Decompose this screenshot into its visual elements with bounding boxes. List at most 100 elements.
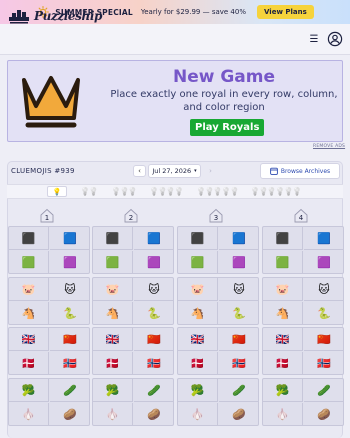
option-cell[interactable]: 🥔 bbox=[219, 403, 259, 426]
option-cell[interactable]: 🥒 bbox=[219, 379, 259, 402]
option-cell[interactable]: 🐴 bbox=[93, 302, 133, 325]
option-cell[interactable]: 🇬🇧 bbox=[93, 328, 133, 351]
site-logo[interactable]: Puzzleship bbox=[8, 6, 102, 25]
browse-archives-label: Browse Archives bbox=[280, 167, 331, 175]
option-cell[interactable]: 🇳🇴 bbox=[304, 352, 344, 375]
option-cell[interactable]: 🥒 bbox=[134, 379, 174, 402]
clue-block: 🥦 🥒 🧄 🥔 bbox=[92, 378, 174, 426]
option-cell[interactable]: 🐱 bbox=[304, 278, 344, 301]
option-cell[interactable]: 🇨🇳 bbox=[50, 328, 90, 351]
option-cell[interactable]: 🇬🇧 bbox=[9, 328, 49, 351]
option-cell[interactable]: 🐷 bbox=[93, 278, 133, 301]
option-cell[interactable]: 🟩 bbox=[93, 251, 133, 274]
option-cell[interactable]: 🥔 bbox=[50, 403, 90, 426]
option-cell[interactable]: 🟩 bbox=[178, 251, 218, 274]
option-cell[interactable]: 🇨🇳 bbox=[134, 328, 174, 351]
option-cell[interactable]: 🇩🇰 bbox=[178, 352, 218, 375]
option-cell[interactable]: 🇬🇧 bbox=[178, 328, 218, 351]
option-cell[interactable]: ⬛ bbox=[93, 227, 133, 250]
clue-block: ⬛ 🟦 🟩 🟪 bbox=[8, 226, 90, 274]
date-selector[interactable]: Jul 27, 2026 ▾ bbox=[148, 164, 201, 178]
clue-block: 🐷 🐱 🐴 🐍 bbox=[8, 277, 90, 325]
option-cell[interactable]: 🥦 bbox=[263, 379, 303, 402]
clue-block: 🇬🇧 🇨🇳 🇩🇰 🇳🇴 bbox=[92, 327, 174, 375]
option-cell[interactable]: 🟦 bbox=[304, 227, 344, 250]
option-cell[interactable]: 🥦 bbox=[9, 379, 49, 402]
site-header bbox=[0, 24, 350, 55]
clue-block: 🐷 🐱 🐴 🐍 bbox=[92, 277, 174, 325]
option-cell[interactable]: 🐍 bbox=[50, 302, 90, 325]
play-royals-button[interactable]: Play Royals bbox=[190, 119, 265, 136]
option-cell[interactable]: 🟩 bbox=[9, 251, 49, 274]
option-cell[interactable]: 🥔 bbox=[304, 403, 344, 426]
option-cell[interactable]: 🇨🇳 bbox=[304, 328, 344, 351]
option-cell[interactable]: 🇳🇴 bbox=[134, 352, 174, 375]
option-cell[interactable]: 🐴 bbox=[178, 302, 218, 325]
option-cell[interactable]: 🐱 bbox=[50, 278, 90, 301]
ad-title: New Game bbox=[172, 67, 276, 87]
option-cell[interactable]: 🟪 bbox=[134, 251, 174, 274]
option-cell[interactable]: 🐴 bbox=[263, 302, 303, 325]
view-plans-button[interactable]: View Plans bbox=[257, 5, 314, 19]
option-cell[interactable]: 🥒 bbox=[304, 379, 344, 402]
option-cell[interactable]: 🐍 bbox=[134, 302, 174, 325]
option-cell[interactable]: 🐱 bbox=[219, 278, 259, 301]
option-cell[interactable]: 🥔 bbox=[134, 403, 174, 426]
next-day-button[interactable]: › bbox=[204, 165, 217, 177]
option-cell[interactable]: 🐷 bbox=[9, 278, 49, 301]
option-cell[interactable]: 🇳🇴 bbox=[50, 352, 90, 375]
option-cell[interactable]: 🧄 bbox=[93, 403, 133, 426]
hint-bulbs-4-icon: 💡💡💡💡 bbox=[149, 187, 184, 196]
option-cell[interactable]: 🟪 bbox=[50, 251, 90, 274]
hint-bulb-icon[interactable]: 💡 bbox=[47, 186, 67, 197]
option-cell[interactable]: 🇩🇰 bbox=[93, 352, 133, 375]
browse-archives-button[interactable]: Browse Archives bbox=[260, 163, 340, 179]
option-cell[interactable]: 🇩🇰 bbox=[9, 352, 49, 375]
ad-banner[interactable]: New Game Place exactly one royal in ever… bbox=[7, 60, 343, 142]
option-cell[interactable]: 🟦 bbox=[134, 227, 174, 250]
crown-icon bbox=[22, 76, 80, 128]
clue-block: 🐷 🐱 🐴 🐍 bbox=[262, 277, 344, 325]
option-cell[interactable]: ⬛ bbox=[263, 227, 303, 250]
option-cell[interactable]: 🇩🇰 bbox=[263, 352, 303, 375]
option-cell[interactable]: 🥦 bbox=[178, 379, 218, 402]
prev-day-button[interactable]: ‹ bbox=[133, 165, 146, 177]
option-cell[interactable]: 🐱 bbox=[134, 278, 174, 301]
option-cell[interactable]: 🐍 bbox=[219, 302, 259, 325]
option-cell[interactable]: ⬛ bbox=[178, 227, 218, 250]
option-cell[interactable]: ⬛ bbox=[9, 227, 49, 250]
option-cell[interactable]: 🟪 bbox=[304, 251, 344, 274]
logo-text: Puzzleship bbox=[34, 8, 103, 23]
user-account-icon[interactable] bbox=[327, 31, 343, 47]
column-3-label: 3 bbox=[208, 208, 224, 223]
option-cell[interactable]: 🇬🇧 bbox=[263, 328, 303, 351]
hint-bulbs-2-icon: 💡💡 bbox=[80, 187, 98, 196]
option-cell[interactable]: 🟦 bbox=[219, 227, 259, 250]
option-cell[interactable]: 🟦 bbox=[50, 227, 90, 250]
option-cell[interactable]: 🐷 bbox=[263, 278, 303, 301]
option-cell[interactable]: 🥦 bbox=[93, 379, 133, 402]
clue-block: 🇬🇧 🇨🇳 🇩🇰 🇳🇴 bbox=[177, 327, 259, 375]
option-cell[interactable]: 🧄 bbox=[263, 403, 303, 426]
clue-block: 🥦 🥒 🧄 🥔 bbox=[8, 378, 90, 426]
option-cell[interactable]: 🟩 bbox=[263, 251, 303, 274]
menu-icon[interactable]: ☰ bbox=[307, 32, 321, 46]
option-cell[interactable]: 🧄 bbox=[9, 403, 49, 426]
option-cell[interactable]: 🐍 bbox=[304, 302, 344, 325]
option-cell[interactable]: 🐷 bbox=[178, 278, 218, 301]
option-cell[interactable]: 🥒 bbox=[50, 379, 90, 402]
remove-ads-link[interactable]: REMOVE ADS bbox=[313, 144, 345, 149]
chevron-down-icon: ▾ bbox=[194, 168, 197, 174]
option-cell[interactable]: 🇨🇳 bbox=[219, 328, 259, 351]
hint-bulbs-5-icon: 💡💡💡💡💡 bbox=[196, 187, 240, 196]
clue-block: ⬛ 🟦 🟩 🟪 bbox=[177, 226, 259, 274]
option-cell[interactable]: 🐴 bbox=[9, 302, 49, 325]
hint-bulbs-6-icon: 💡💡💡💡💡💡 bbox=[250, 187, 302, 196]
house-icon bbox=[124, 208, 138, 223]
ad-description: Place exactly one royal in every row, co… bbox=[110, 89, 338, 113]
option-cell[interactable]: 🧄 bbox=[178, 403, 218, 426]
hint-bulbs-3-icon: 💡💡💡 bbox=[111, 187, 138, 196]
clue-block: ⬛ 🟦 🟩 🟪 bbox=[92, 226, 174, 274]
option-cell[interactable]: 🟪 bbox=[219, 251, 259, 274]
option-cell[interactable]: 🇳🇴 bbox=[219, 352, 259, 375]
